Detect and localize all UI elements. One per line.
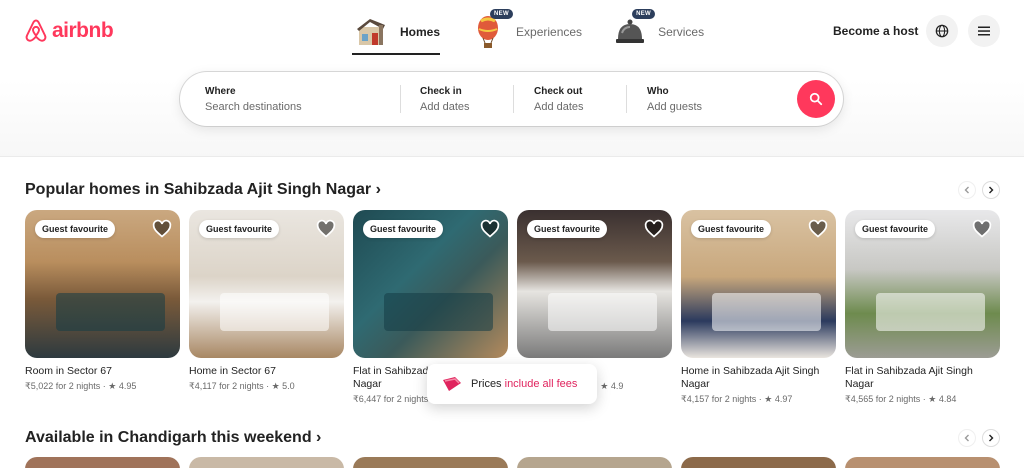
listing-photo[interactable] [681,457,836,468]
photo-content [712,292,821,332]
prev-button[interactable] [958,181,976,199]
listing-photo[interactable]: Guest favourite [25,210,180,358]
prices-toast[interactable]: Prices include all fees [427,364,597,404]
listing-photo[interactable]: Guest favourite [681,210,836,358]
photo-content [220,292,329,332]
listing-meta: ₹4,117 for 2 nights · ★ 5.0 [189,381,295,391]
listing-card[interactable]: Guest favourite Home in Sector 67 ₹4,117… [189,210,344,405]
heart-icon[interactable] [316,219,336,239]
search-button[interactable] [797,80,835,118]
listing-photo[interactable]: Guest favourite [353,210,508,358]
section-title-chandigarh[interactable]: Available in Chandigarh this weekend › [25,429,321,447]
heart-icon[interactable] [480,219,500,239]
checkout-field[interactable]: Check out Add dates [514,72,626,126]
carousel-arrows [958,181,1000,199]
tab-services-label: Services [658,25,705,39]
service-bell-icon: NEW [610,9,655,51]
tab-homes-label: Homes [400,25,441,39]
chevron-left-icon [964,434,969,442]
toast-prefix: Prices [471,378,505,390]
become-host-link[interactable]: Become a host [833,24,918,38]
next-button[interactable] [982,181,1000,199]
listing-meta: ₹4,565 for 2 nights · ★ 4.84 [845,394,957,404]
menu-button[interactable] [968,15,1000,47]
photo-content [384,292,493,332]
heart-icon[interactable] [644,219,664,239]
chevron-right-icon [989,434,994,442]
guest-favourite-badge: Guest favourite [855,220,936,238]
listing-photo[interactable] [517,457,672,468]
logo-text: airbnb [52,19,114,42]
toast-text: Prices include all fees [471,378,577,390]
photo-content [56,292,165,332]
chevron-left-icon [964,186,969,194]
who-field[interactable]: Who Add guests [627,72,777,126]
listing-photo[interactable]: Guest favourite [845,210,1000,358]
where-placeholder: Search destinations [205,100,302,113]
photo-content [876,292,985,332]
listing-meta: ₹5,022 for 2 nights · ★ 4.95 [25,381,137,391]
listing-card[interactable]: Guest favourite Flat in Sahibzada Ajit S… [845,210,1000,405]
listing-title: Room in Sector 67 [25,365,112,377]
heart-icon[interactable] [972,219,992,239]
guest-favourite-badge: Guest favourite [35,220,116,238]
guest-favourite-badge: Guest favourite [691,220,772,238]
language-button[interactable] [926,15,958,47]
listing-card[interactable]: Guest favourite Room in Sector 67 ₹5,022… [25,210,180,405]
checkin-field[interactable]: Check in Add dates [401,72,513,126]
logo[interactable]: airbnb [24,18,114,44]
photo-content [548,292,657,332]
globe-icon [935,24,949,38]
listing-photo[interactable]: Guest favourite [189,210,344,358]
header: airbnb Homes NEW Experiences NEW Service… [0,0,1024,157]
checkout-placeholder: Add dates [534,100,584,113]
listing-carousel-2 [25,457,1000,468]
section-title-popular[interactable]: Popular homes in Sahibzada Ajit Singh Na… [25,181,381,199]
heart-icon[interactable] [152,219,172,239]
listing-photo[interactable] [845,457,1000,468]
checkout-label: Check out [534,85,583,97]
toast-highlight: include all fees [504,378,578,390]
listing-photo[interactable] [353,457,508,468]
hot-air-balloon-icon: NEW [468,9,513,51]
listing-title: Flat in Sahibzada Ajit Singh Nagar [845,365,973,390]
tab-services[interactable]: NEW Services [610,9,705,52]
chevron-right-icon [989,186,994,194]
checkin-label: Check in [420,85,462,97]
who-label: Who [647,85,669,97]
house-icon [352,13,392,51]
heart-icon[interactable] [808,219,828,239]
checkin-placeholder: Add dates [420,100,470,113]
listing-photo[interactable] [189,457,344,468]
listing-photo[interactable] [25,457,180,468]
listing-card[interactable]: Guest favourite Home in Sahibzada Ajit S… [681,210,836,405]
prev-button[interactable] [958,429,976,447]
tab-homes[interactable]: Homes [352,12,441,55]
guest-favourite-badge: Guest favourite [199,220,280,238]
listing-title: Home in Sector 67 [189,365,276,377]
price-tag-icon [443,377,461,391]
listing-meta: ₹4,157 for 2 nights · ★ 4.97 [681,394,793,404]
new-badge: NEW [632,9,655,19]
listing-title: Home in Sahibzada Ajit Singh Nagar [681,365,820,390]
where-field[interactable]: Where Search destinations [180,72,400,126]
listing-photo[interactable]: Guest favourite [517,210,672,358]
category-nav: Homes NEW Experiences NEW Services [352,9,705,55]
airbnb-logo-icon [25,19,47,42]
tab-experiences[interactable]: NEW Experiences [468,9,583,52]
carousel-arrows [958,429,1000,447]
guest-favourite-badge: Guest favourite [363,220,444,238]
tab-experiences-label: Experiences [516,25,583,39]
guest-favourite-badge: Guest favourite [527,220,608,238]
next-button[interactable] [982,429,1000,447]
new-badge: NEW [490,9,513,19]
hamburger-menu-icon [978,26,990,36]
search-bar: Where Search destinations Check in Add d… [180,72,843,126]
search-icon [809,92,823,106]
where-label: Where [205,85,236,97]
who-placeholder: Add guests [647,100,703,113]
